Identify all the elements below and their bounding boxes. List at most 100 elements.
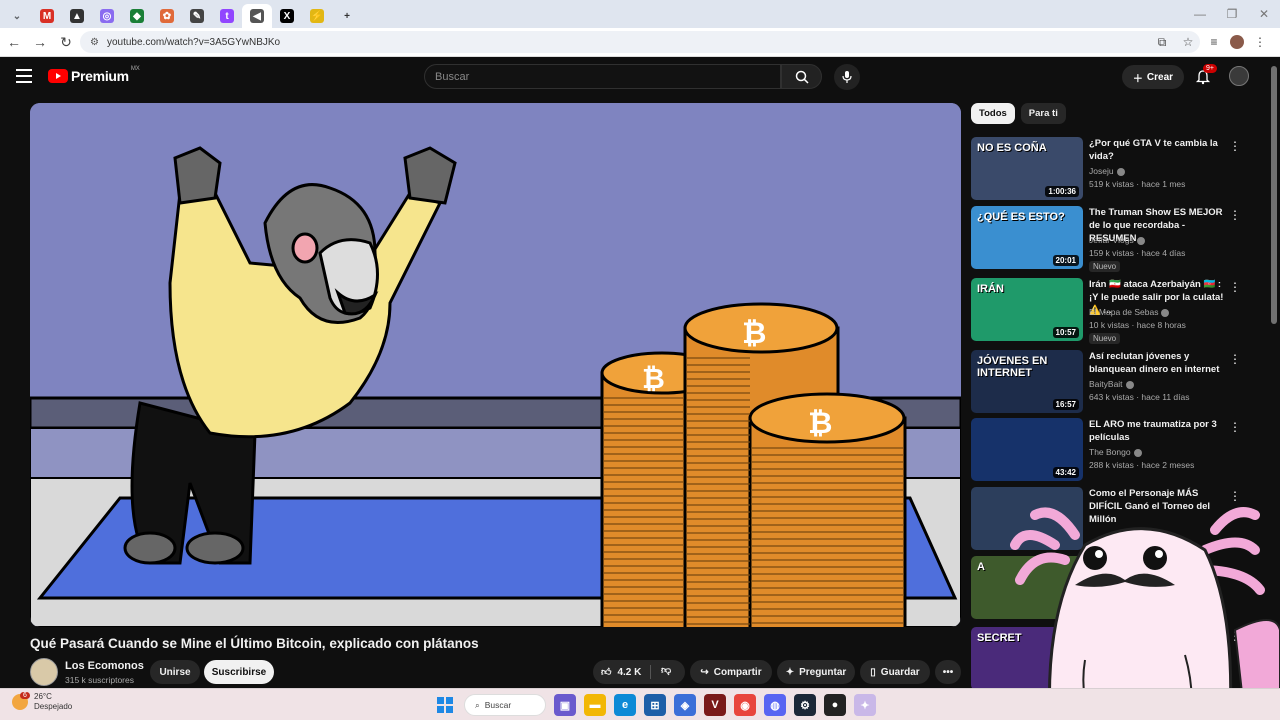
video-thumbnail[interactable]	[971, 487, 1083, 550]
store-icon[interactable]: ⊞	[644, 694, 666, 716]
notifications-button[interactable]: 9+	[1192, 64, 1217, 88]
app-icon-12[interactable]: ✦	[854, 694, 876, 716]
video-thumbnail[interactable]: NO ES COÑA 1:00:36	[971, 137, 1083, 200]
video-thumbnail[interactable]: JÓVENES EN INTERNET 16:57	[971, 350, 1083, 413]
recommended-video[interactable]: JÓVENES EN INTERNET 16:57 Así reclutan jóv…	[971, 350, 1261, 414]
close-window-icon[interactable]: ✕	[1248, 0, 1280, 28]
obs-icon[interactable]: ●	[824, 694, 846, 716]
account-avatar[interactable]	[1229, 66, 1249, 86]
recommended-title[interactable]: ¿Por qué GTA V te cambia la vida?	[1089, 137, 1229, 163]
forward-arrow-icon[interactable]: →	[28, 30, 52, 54]
video-thumbnail[interactable]: SECRET 39	[971, 627, 1083, 690]
widgets-icon[interactable]: ▣	[554, 694, 576, 716]
more-vert-icon[interactable]: ⋮	[1229, 629, 1241, 645]
share-button[interactable]: ↪ Compartir	[690, 660, 772, 684]
voice-search-button[interactable]	[834, 64, 860, 90]
taskbar-search[interactable]: ⌕ Buscar	[464, 694, 546, 716]
video-thumbnail[interactable]: A	[971, 556, 1083, 619]
tab-dropdown[interactable]: ⌄	[2, 4, 32, 28]
recommended-video[interactable]: IRÁN 10:57 Irán 🇮🇷 ataca Azerbaiyán 🇦🇿 : ¡…	[971, 278, 1261, 344]
save-button[interactable]: ▯ Guardar	[860, 660, 930, 684]
tab-app-4[interactable]: ◆	[122, 4, 152, 28]
tab-app-3[interactable]: ◎	[92, 4, 122, 28]
recommended-title[interactable]: T... S Tr... De ...	[1089, 627, 1229, 640]
create-button[interactable]: ＋ Crear	[1122, 65, 1184, 89]
video-thumbnail[interactable]: 43:42	[971, 418, 1083, 481]
search-button[interactable]	[781, 64, 822, 89]
recommended-channel[interactable]: Jeffar Vlogs	[1089, 235, 1134, 245]
file-explorer-icon[interactable]: ▬	[584, 694, 606, 716]
url-field[interactable]: ⚙ youtube.com/watch?v=3A5GYwNBJKo	[80, 31, 1200, 53]
sidebar-scrollbar[interactable]	[1271, 66, 1277, 324]
edge-icon[interactable]: e	[614, 694, 636, 716]
new-badge: Nuevo	[1089, 261, 1121, 272]
video-thumbnail[interactable]: IRÁN 10:57	[971, 278, 1083, 341]
join-button[interactable]: Unirse	[150, 660, 200, 684]
chip-todos[interactable]: Todos	[971, 103, 1015, 124]
more-vert-icon[interactable]: ⋮	[1229, 352, 1241, 368]
tab-app-10[interactable]: ⚡	[302, 4, 332, 28]
join-label: Unirse	[159, 666, 191, 678]
recommended-title[interactable]: Así reclutan jóvenes y blanquean dinero …	[1089, 350, 1229, 376]
video-player[interactable]: ₿ ₿ ₿	[30, 103, 961, 627]
recommended-channel[interactable]: The Bongo	[1089, 447, 1131, 457]
menu-hamburger-icon[interactable]	[16, 69, 32, 83]
profile-avatar[interactable]	[1230, 35, 1244, 49]
video-thumbnail[interactable]: ¿QUÉ ES ESTO? 20:01	[971, 206, 1083, 269]
recommended-title[interactable]: Como el Personaje MÁS DIFÍCIL Ganó el To…	[1089, 487, 1229, 526]
more-vert-icon[interactable]: ⋮	[1229, 139, 1241, 155]
tab-dropdown-icon: ⌄	[12, 10, 22, 22]
bookmark-star-icon[interactable]: ☆	[1178, 32, 1198, 52]
tab-app-6[interactable]: ✎	[182, 4, 212, 28]
more-vert-icon[interactable]: ⋮	[1229, 489, 1241, 505]
dislike-button[interactable]: 👎︎	[661, 664, 671, 676]
minimize-icon[interactable]: —	[1184, 0, 1216, 28]
more-vert-icon[interactable]: ⋮	[1229, 208, 1241, 224]
tab-twitch[interactable]: t	[212, 4, 242, 28]
start-windows-icon[interactable]	[434, 694, 456, 716]
tab-x[interactable]: X	[272, 4, 302, 28]
new-tab-button[interactable]: +	[332, 4, 362, 28]
ask-button[interactable]: ✦ Preguntar	[777, 660, 855, 684]
search-icon	[795, 70, 809, 84]
app-icon-6[interactable]: ◈	[674, 694, 696, 716]
tab-youtube-active[interactable]: ◀	[242, 4, 272, 28]
tab-app-5[interactable]: ✿	[152, 4, 182, 28]
browser-menu-icon[interactable]: ⋮	[1250, 32, 1270, 52]
recommended-video[interactable]: SECRET 39 T... S Tr... De ... ⋮	[971, 627, 1261, 691]
restore-icon[interactable]: ❐	[1216, 0, 1248, 28]
reading-list-icon[interactable]: ≡	[1204, 32, 1224, 52]
like-button[interactable]: 👍︎ 4.2 K 👎︎	[593, 660, 685, 684]
steam-icon[interactable]: ⚙	[794, 694, 816, 716]
recommended-channel[interactable]: El Mapa de Sebas	[1089, 307, 1158, 317]
more-vert-icon[interactable]: ⋮	[1229, 280, 1241, 296]
more-actions-button[interactable]: •••	[935, 660, 961, 684]
tab-gmail[interactable]: M	[32, 4, 62, 28]
search-input[interactable]: Buscar	[424, 64, 781, 89]
recommended-title[interactable]: EL ARO me traumatiza por 3 películas	[1089, 418, 1229, 444]
chip-para-ti[interactable]: Para ti	[1020, 103, 1066, 124]
install-app-icon[interactable]: ⧉	[1152, 32, 1172, 52]
chrome-icon[interactable]: ◉	[734, 694, 756, 716]
recommended-video[interactable]: A	[971, 556, 1261, 620]
weather-widget[interactable]: 6 26°C Despejado	[12, 692, 72, 712]
subscribe-button[interactable]: Suscribirse	[204, 660, 274, 684]
app-icon-7[interactable]: V	[704, 694, 726, 716]
recommended-meta: 288 k vistas · hace 2 meses	[1089, 460, 1195, 470]
channel-name[interactable]: Los Ecomonos	[65, 660, 144, 672]
recommended-video[interactable]: Como el Personaje MÁS DIFÍCIL Ganó el To…	[971, 487, 1261, 551]
thumbnail-text: ¿QUÉ ES ESTO?	[977, 211, 1065, 223]
recommended-channel[interactable]: Joseju	[1089, 166, 1114, 176]
discord-icon[interactable]: ◍	[764, 694, 786, 716]
tab-app-2[interactable]: ▲	[62, 4, 92, 28]
more-vert-icon[interactable]: ⋮	[1229, 420, 1241, 436]
site-info-icon[interactable]: ⚙	[90, 37, 99, 48]
channel-avatar[interactable]	[30, 658, 58, 686]
youtube-premium-logo[interactable]: Premium MX	[48, 66, 140, 84]
reload-icon[interactable]: ↻	[54, 30, 78, 54]
recommended-video[interactable]: ¿QUÉ ES ESTO? 20:01 The Truman Show ES MEJ…	[971, 206, 1261, 272]
recommended-video[interactable]: NO ES COÑA 1:00:36 ¿Por qué GTA V te cambi…	[971, 137, 1261, 201]
recommended-channel[interactable]: BaityBait	[1089, 379, 1123, 389]
back-arrow-icon[interactable]: ←	[2, 30, 26, 54]
recommended-video[interactable]: 43:42 EL ARO me traumatiza por 3 película…	[971, 418, 1261, 482]
